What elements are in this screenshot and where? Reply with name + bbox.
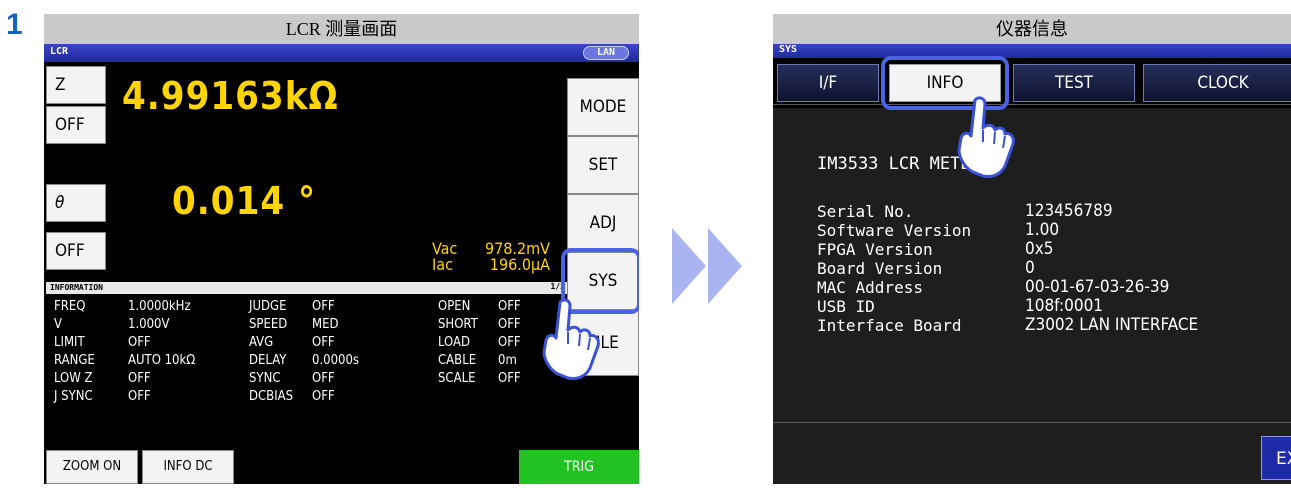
- info-label: J SYNC: [54, 389, 93, 404]
- info-value: 0m: [498, 353, 517, 368]
- secondary-value: 0.014 °: [172, 179, 317, 223]
- info-label: LIMIT: [54, 335, 85, 350]
- info-label: SCALE: [438, 371, 476, 386]
- information-title: INFORMATION: [50, 283, 103, 292]
- info-label: SPEED: [249, 317, 288, 332]
- lcr-screen-caption: LCR 测量画面: [44, 14, 639, 44]
- param1-button[interactable]: Z: [46, 66, 106, 104]
- divider: [773, 104, 1291, 105]
- info-dc-button[interactable]: INFO DC: [142, 450, 234, 484]
- info-row: FREQ 1.0000kHz JUDGE OFF OPEN OFF: [54, 298, 564, 316]
- info-value: 123456789: [1025, 201, 1113, 221]
- info-value: OFF: [498, 371, 521, 386]
- info-value: 0x5: [1025, 239, 1054, 259]
- iac-readout: Iac 196.0μA: [432, 256, 550, 273]
- info-key: Software Version: [817, 221, 972, 240]
- info-value: 1.000V: [128, 317, 170, 332]
- primary-value: 4.99163kΩ: [122, 74, 339, 118]
- info-value: OFF: [128, 389, 151, 404]
- divider: [773, 422, 1291, 423]
- pointing-hand-icon: [957, 96, 1015, 178]
- info-value: OFF: [498, 335, 521, 350]
- info-value: 0: [1025, 258, 1035, 278]
- exit-button[interactable]: EXIT: [1261, 436, 1291, 480]
- info-value: 00-01-67-03-26-39: [1025, 277, 1170, 297]
- info-value: OFF: [498, 317, 521, 332]
- zoom-on-button[interactable]: ZOOM ON: [46, 450, 138, 484]
- tab-clock[interactable]: CLOCK: [1143, 64, 1291, 102]
- param2-button[interactable]: OFF: [46, 106, 106, 144]
- info-value: OFF: [312, 335, 335, 350]
- info-value: OFF: [498, 299, 521, 314]
- param3-button[interactable]: θ: [46, 184, 106, 222]
- info-row: Board Version 0: [817, 258, 1287, 279]
- info-label: DELAY: [249, 353, 287, 368]
- info-label: JUDGE: [249, 299, 287, 314]
- info-label: FREQ: [54, 299, 86, 314]
- iac-label: Iac: [432, 255, 453, 274]
- info-row: RANGE AUTO 10kΩ DELAY 0.0000s CABLE 0m: [54, 352, 564, 370]
- information-header: INFORMATION 1/2: [46, 282, 567, 294]
- info-row: V 1.000V SPEED MED SHORT OFF: [54, 316, 564, 334]
- info-label: AVG: [249, 335, 274, 350]
- info-label: DCBIAS: [249, 389, 294, 404]
- pointing-hand-icon: [542, 298, 600, 380]
- info-row: FPGA Version 0x5: [817, 239, 1287, 260]
- step-number: 1: [6, 8, 23, 41]
- info-key: FPGA Version: [817, 240, 933, 259]
- mode-button[interactable]: MODE: [567, 78, 639, 136]
- info-label: V: [54, 317, 62, 332]
- iac-value: 196.0μA: [489, 255, 550, 274]
- info-screen-caption: 仪器信息: [773, 14, 1291, 44]
- info-value: 1.0000kHz: [128, 299, 191, 314]
- info-value: 0.0000s: [312, 353, 360, 368]
- info-value: MED: [312, 317, 339, 332]
- info-row: USB ID 108f:0001: [817, 296, 1287, 317]
- info-row: Software Version 1.00: [817, 220, 1287, 241]
- info-value: 108f:0001: [1025, 296, 1104, 316]
- instrument-info-screen: SYS I/F INFO TEST CLOCK IM3533 LCR METER…: [773, 44, 1291, 484]
- info-value: OFF: [312, 371, 335, 386]
- lcr-screen: LCR LAN Z OFF θ OFF 4.99163kΩ 0.014 ° Va…: [44, 44, 639, 484]
- info-value: OFF: [128, 335, 151, 350]
- info-value: OFF: [312, 389, 335, 404]
- info-key: Serial No.: [817, 202, 914, 221]
- info-key: USB ID: [817, 297, 875, 316]
- info-value: Z3002 LAN INTERFACE: [1025, 315, 1199, 335]
- tab-interface[interactable]: I/F: [777, 64, 879, 102]
- info-label: RANGE: [54, 353, 95, 368]
- mode-label: SYS: [779, 44, 798, 55]
- info-label: SHORT: [438, 317, 478, 332]
- info-value: OFF: [128, 371, 151, 386]
- info-row: LOW Z OFF SYNC OFF SCALE OFF: [54, 370, 564, 388]
- information-panel: FREQ 1.0000kHz JUDGE OFF OPEN OFF V 1.00…: [46, 294, 567, 444]
- status-bar: SYS: [773, 44, 1291, 58]
- lan-badge: LAN: [583, 46, 629, 60]
- info-label: LOAD: [438, 335, 471, 350]
- info-label: OPEN: [438, 299, 471, 314]
- trig-button[interactable]: TRIG: [519, 450, 639, 484]
- info-row: J SYNC OFF DCBIAS OFF: [54, 388, 564, 406]
- param4-button[interactable]: OFF: [46, 232, 106, 270]
- info-row: MAC Address 00-01-67-03-26-39: [817, 277, 1287, 298]
- status-bar: LCR LAN: [44, 44, 639, 62]
- double-arrow-right-icon: [672, 228, 742, 304]
- info-value: OFF: [312, 299, 335, 314]
- info-label: LOW Z: [54, 371, 93, 386]
- info-key: MAC Address: [817, 278, 923, 297]
- info-row: Serial No. 123456789: [817, 201, 1287, 222]
- info-row: LIMIT OFF AVG OFF LOAD OFF: [54, 334, 564, 352]
- info-value: AUTO 10kΩ: [128, 353, 196, 368]
- info-key: Interface Board: [817, 316, 962, 335]
- tab-test[interactable]: TEST: [1013, 64, 1135, 102]
- info-label: CABLE: [438, 353, 477, 368]
- info-key: Board Version: [817, 259, 943, 278]
- info-label: SYNC: [249, 371, 281, 386]
- info-value: 1.00: [1025, 220, 1060, 240]
- adj-button[interactable]: ADJ: [567, 194, 639, 252]
- mode-label: LCR: [50, 46, 69, 57]
- info-row: Interface Board Z3002 LAN INTERFACE: [817, 315, 1287, 336]
- set-button[interactable]: SET: [567, 136, 639, 194]
